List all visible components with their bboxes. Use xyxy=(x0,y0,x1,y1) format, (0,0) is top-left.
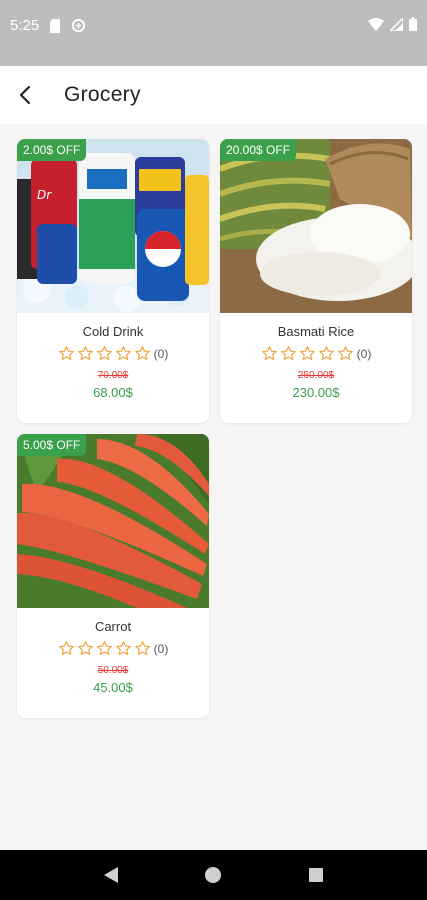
star-outline-icon xyxy=(115,641,131,655)
rating-stars: (0) xyxy=(17,640,209,657)
star-outline-icon xyxy=(58,641,74,655)
star-outline-icon xyxy=(337,346,353,360)
recents-square-icon xyxy=(308,868,323,882)
svg-text:Dr: Dr xyxy=(37,188,52,202)
status-time: 5:25 xyxy=(10,17,40,34)
old-price: 50.00$ xyxy=(97,665,129,676)
product-card-carrot[interactable]: 5.00$ OFF Carrot (0) 50.00$ 45.00$ xyxy=(17,434,209,718)
product-image-basmati-rice xyxy=(220,139,412,313)
discount-badge: 20.00$ OFF xyxy=(220,139,297,161)
new-price: 45.00$ xyxy=(93,680,133,695)
star-outline-icon xyxy=(96,346,112,360)
signal-icon xyxy=(390,17,403,31)
star-outline-icon xyxy=(96,641,112,655)
data-saver-icon xyxy=(72,18,86,33)
star-outline-icon xyxy=(134,346,150,360)
system-nav-bar xyxy=(0,850,427,900)
product-image-cold-drink: Dr xyxy=(17,139,209,313)
star-outline-icon xyxy=(58,346,74,360)
old-price: 70.00$ xyxy=(97,370,129,381)
star-outline-icon xyxy=(261,346,277,360)
star-outline-icon xyxy=(318,346,334,360)
product-grid: Dr 2.00$ OFF Cold Drink (0) 70.00$ 68.00… xyxy=(0,124,427,850)
star-outline-icon xyxy=(299,346,315,360)
product-image-carrot xyxy=(17,434,209,608)
page-title: Grocery xyxy=(64,83,141,106)
new-price: 230.00$ xyxy=(292,385,340,400)
product-name: Carrot xyxy=(94,619,132,634)
product-name: Basmati Rice xyxy=(277,324,355,339)
nav-back-button[interactable] xyxy=(91,855,131,895)
star-outline-icon xyxy=(77,641,93,655)
status-right xyxy=(368,17,417,31)
product-name: Cold Drink xyxy=(82,324,144,339)
rating-count: (0) xyxy=(153,346,169,361)
product-card-basmati-rice[interactable]: 20.00$ OFF Basmati Rice (0) 250.00$ 230.… xyxy=(220,139,412,423)
star-outline-icon xyxy=(115,346,131,360)
rating-stars: (0) xyxy=(17,345,209,362)
status-left: 5:25 xyxy=(10,17,86,34)
arrow-back-icon xyxy=(19,85,31,105)
star-outline-icon xyxy=(280,346,296,360)
discount-badge: 5.00$ OFF xyxy=(17,434,87,456)
sd-card-icon xyxy=(50,18,61,33)
back-triangle-icon xyxy=(104,867,119,883)
app-bar: Grocery xyxy=(0,66,427,124)
new-price: 68.00$ xyxy=(93,385,133,400)
battery-icon xyxy=(409,17,417,31)
wifi-icon xyxy=(368,17,384,31)
home-circle-icon xyxy=(205,867,222,883)
nav-recents-button[interactable] xyxy=(296,855,336,895)
star-outline-icon xyxy=(134,641,150,655)
old-price: 250.00$ xyxy=(297,370,335,381)
discount-badge: 2.00$ OFF xyxy=(17,139,87,161)
rating-count: (0) xyxy=(356,346,372,361)
product-card-cold-drink[interactable]: Dr 2.00$ OFF Cold Drink (0) 70.00$ 68.00… xyxy=(17,139,209,423)
rating-stars: (0) xyxy=(220,345,412,362)
nav-home-button[interactable] xyxy=(193,855,233,895)
star-outline-icon xyxy=(77,346,93,360)
status-bar: 5:25 xyxy=(0,0,427,66)
rating-count: (0) xyxy=(153,641,169,656)
back-button[interactable] xyxy=(4,73,48,117)
